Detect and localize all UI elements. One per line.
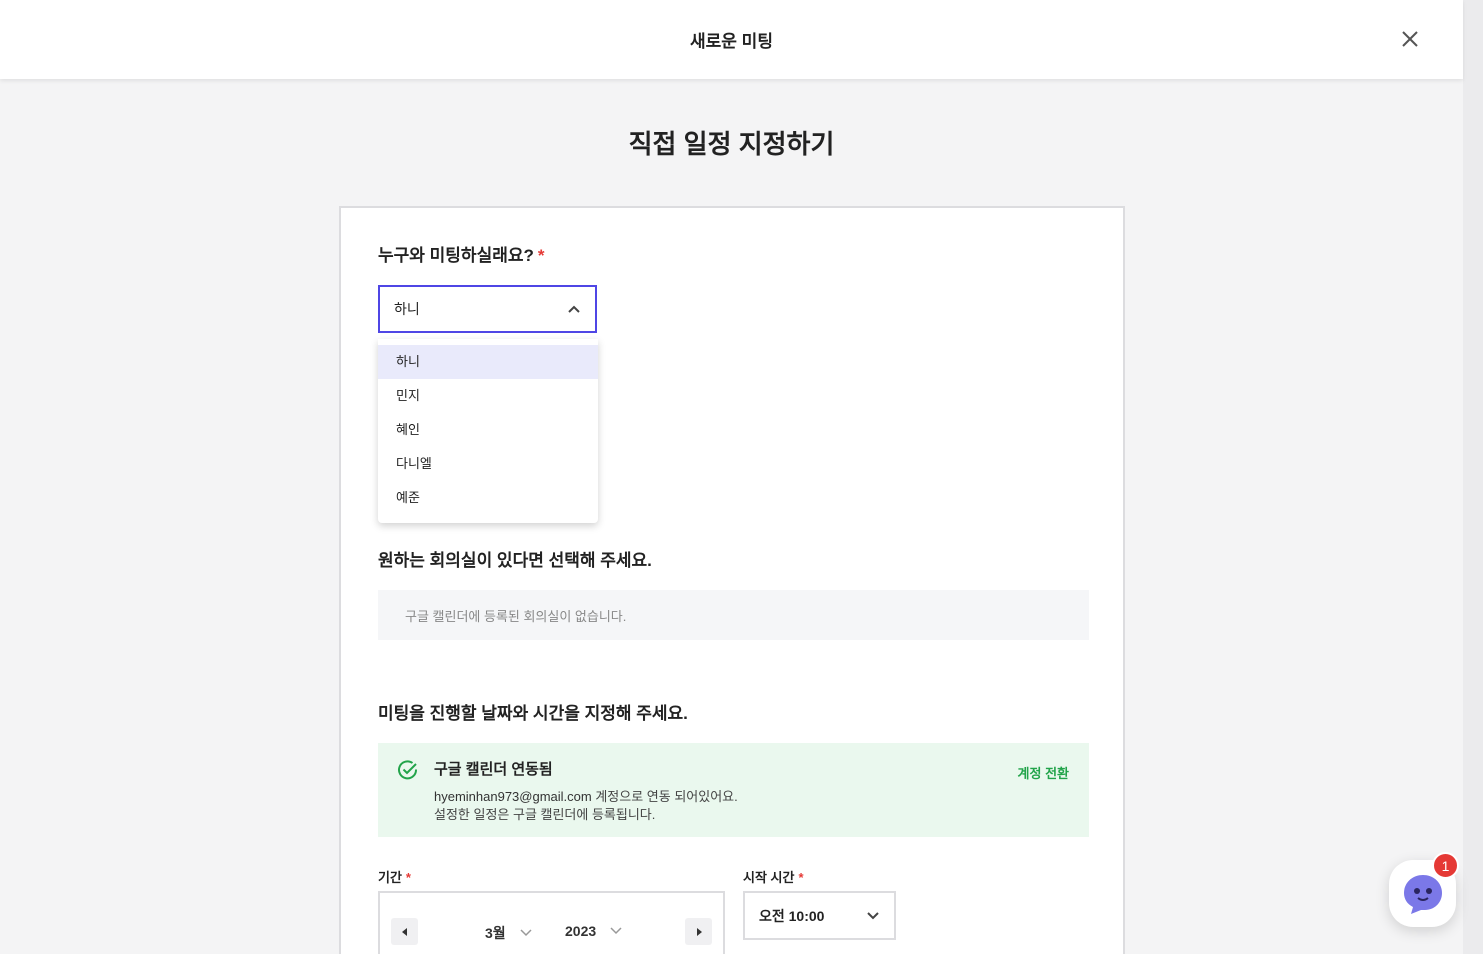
- close-icon: [1402, 31, 1418, 47]
- chat-notification-badge: 1: [1432, 852, 1459, 879]
- gcal-email: hyeminhan973@gmail.com: [434, 789, 592, 804]
- month-select[interactable]: 3월: [485, 923, 532, 943]
- room-empty-box: 구글 캘린더에 등록된 회의실이 없습니다.: [378, 590, 1089, 640]
- scrollbar-track[interactable]: [1463, 0, 1483, 954]
- room-label: 원하는 회의실이 있다면 선택해 주세요.: [378, 551, 652, 570]
- gcal-connected-banner: 구글 캘린더 연동됨 hyeminhan973@gmail.com 계정으로 연…: [378, 743, 1089, 837]
- schedule-label: 미팅을 진행할 날짜와 시간을 지정해 주세요.: [378, 704, 688, 723]
- attendee-select[interactable]: 하니: [378, 285, 597, 333]
- chevron-down-icon: [520, 929, 532, 937]
- chat-bot-icon: [1403, 874, 1442, 914]
- chevron-down-icon: [610, 927, 622, 935]
- chevron-down-icon: [867, 912, 879, 920]
- prev-month-button[interactable]: [391, 918, 418, 945]
- next-month-button[interactable]: [685, 918, 712, 945]
- dropdown-option-danielle[interactable]: 다니엘: [378, 447, 598, 481]
- gcal-account-text: hyeminhan973@gmail.com 계정으로 연동 되어있어요.: [434, 789, 738, 804]
- dropdown-option-hyein[interactable]: 혜인: [378, 413, 598, 447]
- schedule-form-card: 누구와 미팅하실래요? * 하니 하니 민지 혜인 다니엘 예준 원하는 회의실이…: [339, 206, 1125, 954]
- period-label: 기간 *: [378, 870, 411, 885]
- required-mark: *: [537, 246, 545, 265]
- room-empty-text: 구글 캘린더에 등록된 회의실이 없습니다.: [405, 608, 627, 624]
- month-value: 3월: [485, 925, 506, 941]
- required-mark: *: [798, 870, 804, 885]
- required-mark: *: [405, 870, 411, 885]
- dropdown-option-hani[interactable]: 하니: [378, 345, 598, 379]
- start-time-label: 시작 시간 *: [743, 870, 804, 885]
- switch-account-button[interactable]: 계정 전환: [1018, 763, 1069, 782]
- start-time-select[interactable]: 오전 10:00: [743, 891, 896, 940]
- gcal-title: 구글 캘린더 연동됨: [434, 761, 553, 778]
- date-calendar: 3월 2023: [378, 891, 725, 954]
- close-button[interactable]: [1397, 26, 1423, 52]
- page-title: 직접 일정 지정하기: [628, 129, 835, 159]
- attendee-selected-value: 하니: [394, 301, 420, 317]
- gcal-notice-text: 설정한 일정은 구글 캘린더에 등록됩니다.: [434, 807, 656, 822]
- year-value: 2023: [565, 923, 597, 939]
- top-bar: 새로운 미팅: [0, 0, 1463, 79]
- chevron-up-icon: [568, 305, 580, 313]
- caret-right-icon: [696, 927, 702, 936]
- dropdown-option-yejun[interactable]: 예준: [378, 481, 598, 515]
- year-select[interactable]: 2023: [565, 923, 622, 939]
- check-circle-icon: [398, 760, 418, 780]
- dropdown-option-minji[interactable]: 민지: [378, 379, 598, 413]
- attendee-label: 누구와 미팅하실래요? *: [378, 246, 545, 265]
- attendee-dropdown: 하니 민지 혜인 다니엘 예준: [378, 339, 598, 523]
- window-title: 새로운 미팅: [690, 32, 773, 51]
- caret-left-icon: [401, 927, 407, 936]
- start-time-value: 오전 10:00: [759, 907, 825, 924]
